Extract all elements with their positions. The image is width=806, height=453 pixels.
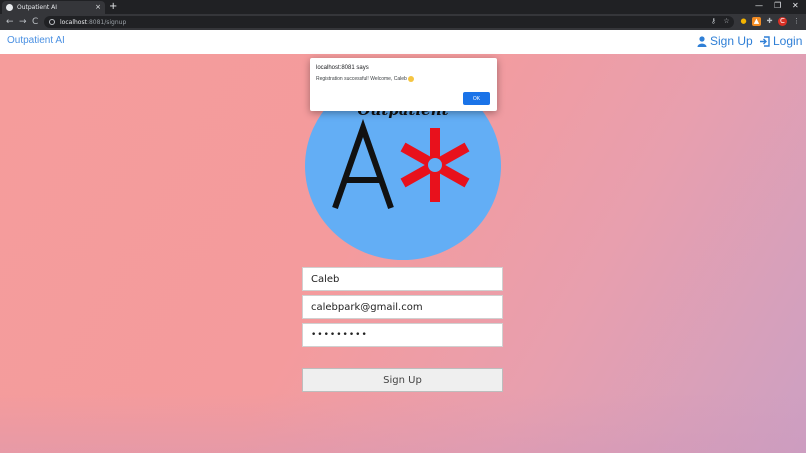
browser-tab[interactable]: Outpatient AI × — [2, 1, 105, 14]
user-icon — [697, 35, 707, 47]
tab-close-icon[interactable]: × — [95, 4, 101, 11]
page-viewport: Outpatient AI Sign Up Login Outpatient — [0, 30, 806, 453]
minimize-button[interactable]: — — [755, 1, 763, 11]
address-bar[interactable]: localhost:8081/signup — [44, 16, 734, 28]
password-field[interactable]: ••••••••• — [302, 323, 503, 347]
extension-icon[interactable]: ● — [739, 17, 748, 26]
browser-toolbar: ← → C localhost:8081/signup ⚷ ☆ ● ▲ ✚ C … — [0, 14, 806, 30]
nav-login-label: Login — [773, 34, 803, 48]
app-navbar: Outpatient AI Sign Up Login — [0, 30, 806, 54]
login-icon — [760, 35, 770, 47]
profile-avatar[interactable]: C — [778, 17, 787, 26]
close-window-button[interactable]: ✕ — [792, 1, 799, 11]
forward-button[interactable]: → — [19, 15, 27, 29]
back-button[interactable]: ← — [6, 15, 14, 29]
signup-submit-button[interactable]: Sign Up — [302, 368, 503, 392]
nav-signup-label: Sign Up — [710, 34, 753, 48]
smile-emoji-icon — [407, 76, 414, 82]
brand-link[interactable]: Outpatient AI — [7, 35, 65, 46]
reload-button[interactable]: C — [32, 15, 38, 29]
dialog-ok-button[interactable]: OK — [463, 92, 490, 105]
key-icon[interactable]: ⚷ — [709, 17, 718, 26]
tab-favicon-icon — [6, 4, 13, 11]
dialog-origin: localhost:8081 says — [316, 65, 369, 71]
url-text: localhost:8081/signup — [60, 18, 127, 26]
nav-signup-link[interactable]: Sign Up — [697, 34, 753, 48]
email-field[interactable]: calebpark@gmail.com — [302, 295, 503, 319]
browser-tab-strip: Outpatient AI × + — ❐ ✕ — [0, 0, 806, 14]
alert-dialog: localhost:8081 says Registration success… — [310, 58, 497, 111]
dialog-message: Registration successful! Welcome, Caleb — [316, 76, 414, 82]
site-info-icon[interactable] — [49, 19, 55, 25]
tab-title: Outpatient AI — [17, 4, 58, 11]
restore-button[interactable]: ❐ — [774, 1, 781, 11]
extension-badge-icon[interactable]: ▲ — [752, 17, 761, 26]
extensions-puzzle-icon[interactable]: ✚ — [765, 17, 774, 26]
name-field[interactable]: Caleb — [302, 267, 503, 291]
bookmark-star-icon[interactable]: ☆ — [722, 17, 731, 26]
new-tab-button[interactable]: + — [109, 1, 117, 13]
nav-login-link[interactable]: Login — [759, 34, 802, 48]
menu-icon[interactable]: ⋮ — [792, 17, 801, 26]
